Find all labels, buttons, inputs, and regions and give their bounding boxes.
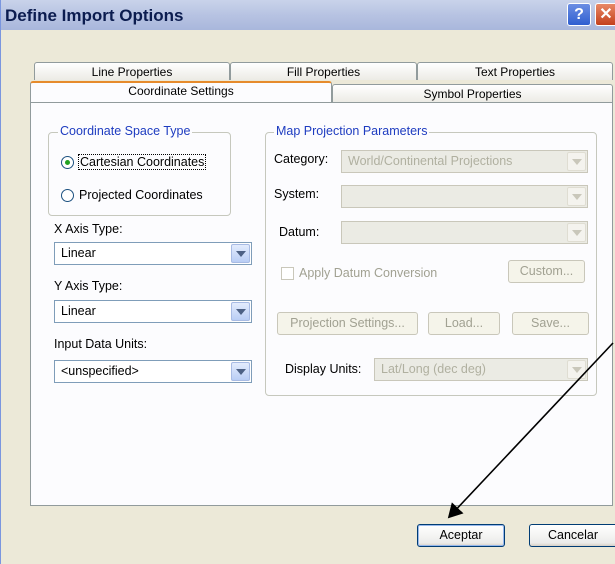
define-import-options-dialog: Define Import Options ? ✕ Line Propertie… [0, 0, 615, 564]
tab-coordinate-settings[interactable]: Coordinate Settings [30, 81, 332, 102]
coordinate-space-group [48, 132, 231, 216]
coordinate-space-legend: Coordinate Space Type [58, 124, 193, 138]
close-button[interactable]: ✕ [595, 3, 615, 26]
checkbox-box[interactable] [281, 266, 294, 280]
category-select[interactable]: World/Continental Projections [341, 150, 588, 173]
ok-button[interactable]: Aceptar [417, 524, 505, 547]
x-axis-value: Linear [61, 246, 96, 260]
x-axis-select[interactable]: Linear [54, 242, 252, 265]
tab-symbol-properties[interactable]: Symbol Properties [332, 84, 613, 102]
y-axis-select[interactable]: Linear [54, 300, 252, 323]
radio-indicator[interactable] [61, 155, 74, 169]
load-button[interactable]: Load... [428, 312, 500, 335]
radio-projected[interactable]: Projected Coordinates [61, 188, 203, 202]
y-axis-label: Y Axis Type: [54, 279, 123, 293]
apply-datum-checkbox[interactable]: Apply Datum Conversion [281, 266, 437, 280]
chevron-down-icon[interactable] [567, 152, 586, 171]
y-axis-value: Linear [61, 304, 96, 318]
window-title: Define Import Options [5, 6, 184, 25]
cancel-button[interactable]: Cancelar [529, 524, 615, 547]
tab-fill-properties[interactable]: Fill Properties [230, 62, 417, 80]
chevron-down-icon[interactable] [231, 244, 250, 263]
input-units-select[interactable]: <unspecified> [54, 360, 252, 383]
help-button[interactable]: ? [567, 3, 591, 26]
system-label: System: [274, 187, 320, 201]
custom-button[interactable]: Custom... [508, 260, 585, 283]
datum-select[interactable] [341, 221, 588, 244]
input-units-value: <unspecified> [61, 364, 139, 378]
input-units-label: Input Data Units: [54, 337, 148, 351]
display-units-label: Display Units: [285, 362, 362, 376]
category-label: Category: [274, 152, 329, 166]
datum-label: Datum: [279, 225, 320, 239]
radio-cartesian[interactable]: Cartesian Coordinates [61, 154, 207, 170]
title-bar[interactable]: Define Import Options ? ✕ [1, 0, 615, 30]
display-units-select[interactable]: Lat/Long (dec deg) [374, 358, 588, 381]
chevron-down-icon[interactable] [567, 187, 586, 206]
system-select[interactable] [341, 185, 588, 208]
display-units-value: Lat/Long (dec deg) [381, 362, 486, 376]
chevron-down-icon[interactable] [231, 362, 250, 381]
projection-settings-button[interactable]: Projection Settings... [277, 312, 418, 335]
tab-line-properties[interactable]: Line Properties [34, 62, 230, 80]
chevron-down-icon[interactable] [567, 360, 586, 379]
radio-label: Cartesian Coordinates [77, 154, 207, 170]
x-axis-label: X Axis Type: [54, 222, 123, 236]
category-value: World/Continental Projections [348, 154, 513, 168]
chevron-down-icon[interactable] [567, 223, 586, 242]
radio-label: Projected Coordinates [79, 188, 203, 202]
map-projection-legend: Map Projection Parameters [274, 124, 430, 138]
save-button[interactable]: Save... [512, 312, 589, 335]
chevron-down-icon[interactable] [231, 302, 250, 321]
tab-text-properties[interactable]: Text Properties [417, 62, 613, 80]
radio-indicator[interactable] [61, 188, 74, 202]
apply-datum-label: Apply Datum Conversion [299, 266, 438, 280]
